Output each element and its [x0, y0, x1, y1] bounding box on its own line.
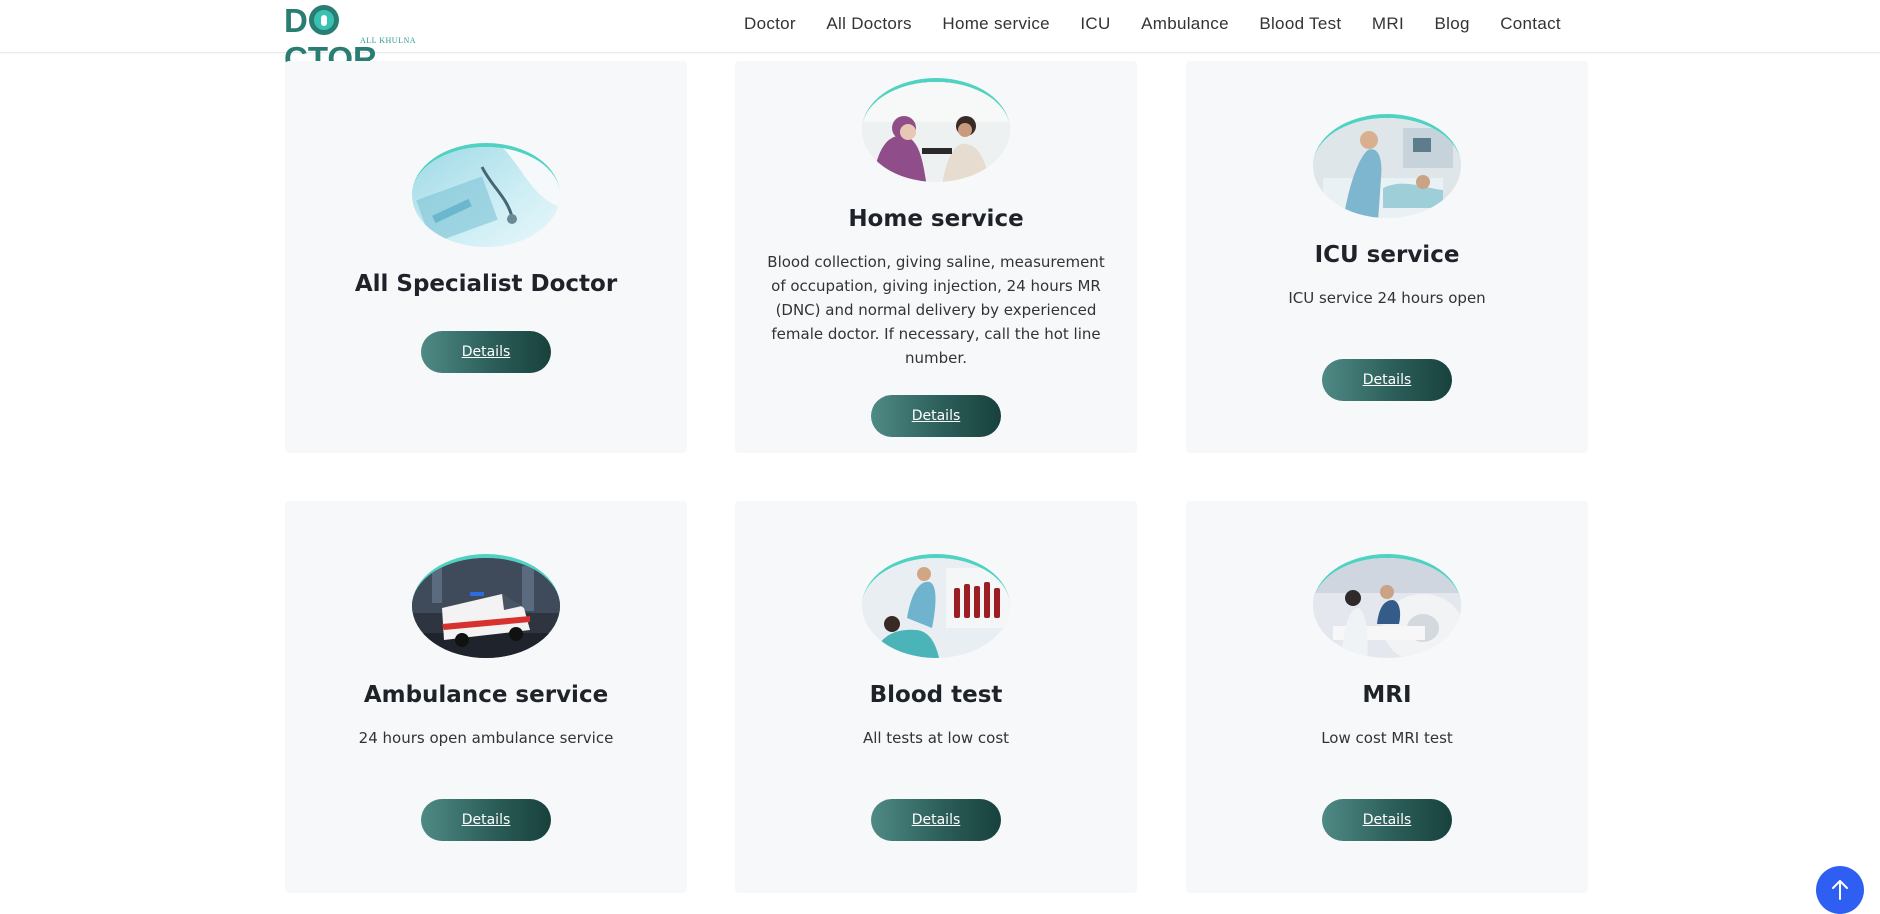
card-description: ICU service 24 hours open [1288, 289, 1486, 307]
service-card-home-service: Home service Blood collection, giving sa… [735, 61, 1137, 453]
service-card-mri: MRI Low cost MRI test Details [1186, 501, 1588, 893]
arrow-up-icon [1832, 880, 1848, 900]
ambulance-image [412, 554, 560, 658]
card-title: Ambulance service [363, 682, 609, 708]
service-card-blood-test: Blood test All tests at low cost Details [735, 501, 1137, 893]
scroll-to-top-button[interactable] [1816, 866, 1864, 914]
service-card-ambulance: Ambulance service 24 hours open ambulanc… [285, 501, 687, 893]
logo-subtitle: ALL KHULNA [360, 36, 417, 45]
details-button[interactable]: Details [421, 331, 551, 373]
details-button[interactable]: Details [871, 395, 1001, 437]
nav-blood-test[interactable]: Blood Test [1259, 14, 1341, 34]
card-title: Home service [848, 206, 1024, 232]
icu-nurse-image [1313, 114, 1461, 218]
details-button[interactable]: Details [421, 799, 551, 841]
home-visit-image [862, 78, 1010, 182]
card-description: Blood collection, giving saline, measure… [767, 253, 1105, 367]
card-description: Low cost MRI test [1321, 729, 1453, 747]
details-button[interactable]: Details [871, 799, 1001, 841]
nav-blog[interactable]: Blog [1434, 14, 1469, 34]
card-title: ICU service [1314, 242, 1460, 268]
card-title: All Specialist Doctor [354, 271, 618, 297]
service-card-icu: ICU service ICU service 24 hours open De… [1186, 61, 1588, 453]
doctor-stethoscope-image [412, 143, 560, 247]
details-button[interactable]: Details [1322, 799, 1452, 841]
nav-contact[interactable]: Contact [1500, 14, 1561, 34]
nav-all-doctors[interactable]: All Doctors [826, 14, 912, 34]
card-title: MRI [1362, 682, 1412, 708]
nav-ambulance[interactable]: Ambulance [1141, 14, 1229, 34]
site-logo[interactable]: DCTOR ALL KHULNA [284, 2, 424, 77]
mri-scanner-image [1313, 554, 1461, 658]
nav-mri[interactable]: MRI [1372, 14, 1404, 34]
service-card-specialist-doctor: All Specialist Doctor Details [285, 61, 687, 453]
details-button[interactable]: Details [1322, 359, 1452, 401]
card-title: Blood test [869, 682, 1003, 708]
card-description: All tests at low cost [862, 729, 1010, 747]
main-nav: Doctor All Doctors Home service ICU Ambu… [744, 0, 1561, 47]
nav-home-service[interactable]: Home service [942, 14, 1050, 34]
logo-medical-o-icon [308, 5, 339, 35]
nav-doctor[interactable]: Doctor [744, 14, 796, 34]
card-description: 24 hours open ambulance service [358, 729, 614, 747]
site-header: DCTOR ALL KHULNA Doctor All Doctors Home… [0, 0, 1880, 77]
blood-sample-image [862, 554, 1010, 658]
nav-icu[interactable]: ICU [1080, 14, 1110, 34]
